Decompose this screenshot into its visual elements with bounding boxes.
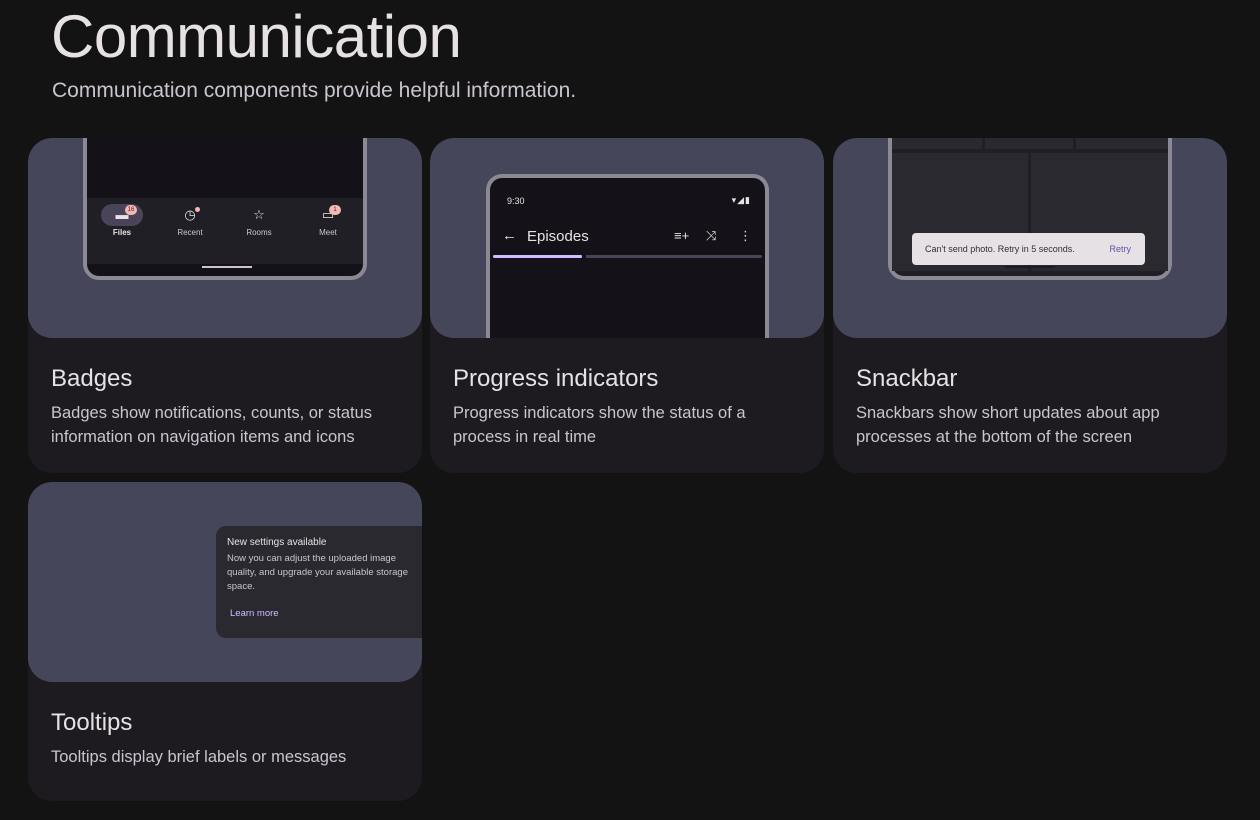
card-title: Badges — [51, 365, 133, 392]
snackbar: Can't send photo. Retry in 5 seconds. Re… — [912, 233, 1145, 265]
card-title: Snackbar — [856, 365, 958, 392]
shuffle-icon: ⤨ — [706, 228, 717, 243]
tooltip-title: New settings available — [227, 537, 327, 548]
phone-mockup: 9:30 ▾◢▮ ← Episodes ≡+ ⤨ ⋮ — [486, 174, 769, 338]
back-arrow-icon: ← — [502, 227, 517, 244]
nav-item-files: ▬ 16 Files — [87, 198, 157, 237]
nav-label: Rooms — [246, 228, 272, 237]
nav-label: Meet — [319, 228, 337, 237]
page-subtitle: Communication components provide helpful… — [52, 79, 577, 102]
home-indicator — [1005, 266, 1055, 268]
grid-tile — [1076, 138, 1168, 149]
card-description: Tooltips display brief labels or message… — [51, 748, 347, 766]
more-vert-icon: ⋮ — [739, 228, 752, 243]
phone-mockup: ▬ 16 Files ◷ Recent ☆ Rooms ▭ 1 Meet — [83, 138, 367, 280]
badges-hero-image: ▬ 16 Files ◷ Recent ☆ Rooms ▭ 1 Meet — [28, 138, 422, 338]
snackbar-retry-button: Retry — [1109, 244, 1131, 254]
progress-fill — [493, 255, 582, 258]
snackbar-hero-image: Can't send photo. Retry in 5 seconds. Re… — [833, 138, 1227, 338]
navigation-bar: ▬ 16 Files ◷ Recent ☆ Rooms ▭ 1 Meet — [87, 198, 363, 264]
progress-hero-image: 9:30 ▾◢▮ ← Episodes ≡+ ⤨ ⋮ — [430, 138, 824, 338]
nav-item-recent: ◷ Recent — [155, 198, 225, 237]
badge-count: 1 — [329, 205, 341, 215]
grid-tile — [892, 138, 982, 149]
clock-icon: ◷ — [184, 207, 196, 222]
learn-more-link: Learn more — [230, 608, 279, 619]
card-title: Progress indicators — [453, 365, 659, 392]
nav-label: Recent — [177, 228, 203, 237]
screen-title: Episodes — [527, 228, 589, 245]
queue-add-icon: ≡+ — [674, 228, 690, 243]
badge-count: 16 — [125, 205, 137, 215]
status-time: 9:30 — [507, 196, 525, 206]
card-title: Tooltips — [51, 709, 133, 736]
tooltips-hero-image: New settings available Now you can adjus… — [28, 482, 422, 682]
badges-card[interactable]: ▬ 16 Files ◷ Recent ☆ Rooms ▭ 1 Meet Bad… — [28, 138, 422, 473]
tooltip-body: Now you can adjust the uploaded image qu… — [227, 553, 408, 592]
page-title: Communication — [51, 3, 462, 70]
tooltips-card[interactable]: New settings available Now you can adjus… — [28, 482, 422, 801]
badge-dot — [195, 207, 200, 212]
card-description: Badges show notifications, counts, or st… — [51, 404, 373, 446]
grid-tile — [985, 138, 1073, 149]
progress-indicators-card[interactable]: 9:30 ▾◢▮ ← Episodes ≡+ ⤨ ⋮ Progress indi… — [430, 138, 824, 473]
nav-item-rooms: ☆ Rooms — [224, 198, 294, 238]
progress-gap — [582, 254, 586, 259]
home-indicator — [202, 266, 252, 268]
status-icons: ▾◢▮ — [731, 195, 751, 205]
star-icon: ☆ — [253, 207, 265, 222]
nav-label: Files — [112, 228, 132, 237]
snackbar-message: Can't send photo. Retry in 5 seconds. — [925, 244, 1075, 254]
card-description: Progress indicators show the status of a… — [453, 404, 746, 446]
nav-item-meet: ▭ 1 Meet — [293, 198, 363, 237]
rich-tooltip: New settings available Now you can adjus… — [216, 526, 422, 638]
snackbar-card[interactable]: Can't send photo. Retry in 5 seconds. Re… — [833, 138, 1227, 473]
card-description: Snackbars show short updates about app p… — [856, 404, 1160, 446]
